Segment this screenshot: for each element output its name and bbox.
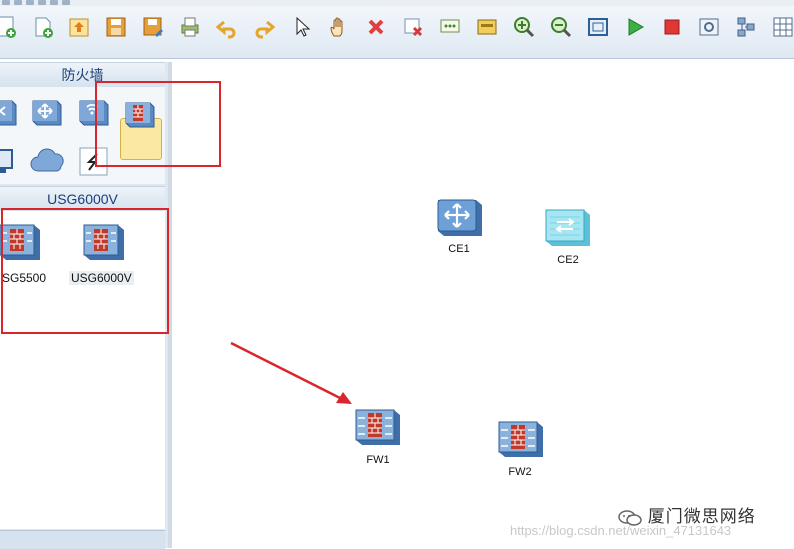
url-watermark: https://blog.csdn.net/weixin_47131643 [510,523,732,538]
annotation-arrow [230,341,352,404]
